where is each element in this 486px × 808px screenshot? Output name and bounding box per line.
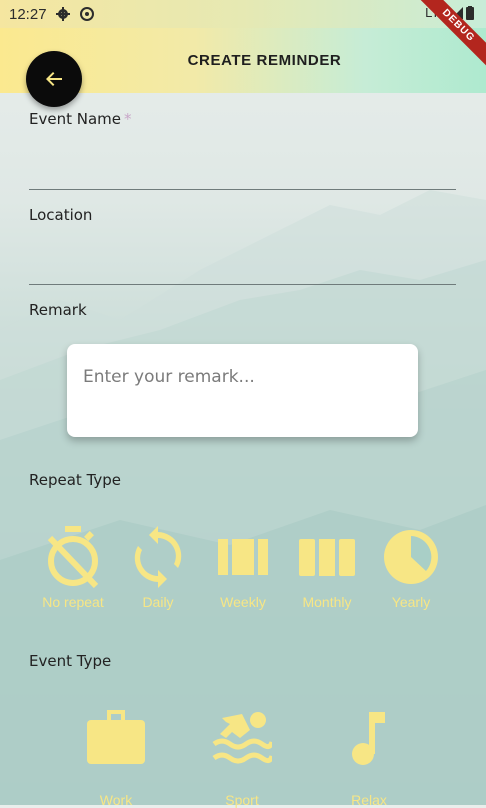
sync-icon	[134, 526, 182, 588]
status-bar: 12:27 LTE	[0, 0, 486, 28]
briefcase-icon	[87, 710, 145, 764]
event-name-input[interactable]	[29, 140, 456, 188]
status-time: 12:27	[9, 5, 47, 23]
repeat-option-no-repeat[interactable]: No repeat	[31, 526, 115, 610]
battery-icon	[466, 5, 474, 20]
repeat-option-monthly[interactable]: Monthly	[292, 526, 362, 610]
required-mark: *	[124, 110, 132, 128]
repeat-option-yearly[interactable]: Yearly	[378, 526, 444, 610]
repeat-option-label: Monthly	[302, 594, 352, 610]
swimming-icon	[212, 712, 272, 764]
repeat-option-label: No repeat	[42, 594, 104, 610]
remark-input[interactable]: Enter your remark...	[67, 344, 418, 437]
event-name-label: Event Name *	[29, 110, 132, 128]
arrow-left-icon	[46, 72, 62, 86]
repeat-option-label: Yearly	[391, 594, 431, 610]
remark-placeholder: Enter your remark...	[83, 367, 255, 387]
repeat-type-label: Repeat Type	[29, 471, 122, 489]
event-name-label-text: Event Name	[29, 110, 121, 128]
event-option-sport[interactable]: Sport	[202, 708, 282, 808]
back-button[interactable]	[26, 51, 82, 107]
event-option-label: Relax	[351, 792, 387, 808]
music-note-icon	[352, 712, 385, 765]
repeat-option-label: Weekly	[220, 594, 266, 610]
event-option-relax[interactable]: Relax	[329, 708, 409, 808]
timer-off-icon	[47, 526, 99, 588]
view-week-icon	[218, 539, 268, 575]
settings-gear-icon	[55, 7, 70, 21]
event-option-label: Sport	[225, 792, 259, 808]
pie-icon	[384, 530, 438, 584]
view-column-icon	[299, 539, 355, 576]
repeat-option-daily[interactable]: Daily	[128, 526, 188, 610]
event-option-label: Work	[99, 792, 133, 808]
remark-label: Remark	[29, 301, 87, 319]
event-name-underline	[29, 189, 456, 190]
location-input[interactable]	[29, 236, 456, 284]
location-label: Location	[29, 206, 93, 224]
event-option-work[interactable]: Work	[76, 708, 156, 808]
event-type-label: Event Type	[29, 652, 112, 670]
location-underline	[29, 284, 456, 285]
repeat-option-label: Daily	[142, 594, 174, 610]
repeat-option-weekly[interactable]: Weekly	[208, 526, 278, 610]
data-saver-icon	[79, 7, 94, 21]
